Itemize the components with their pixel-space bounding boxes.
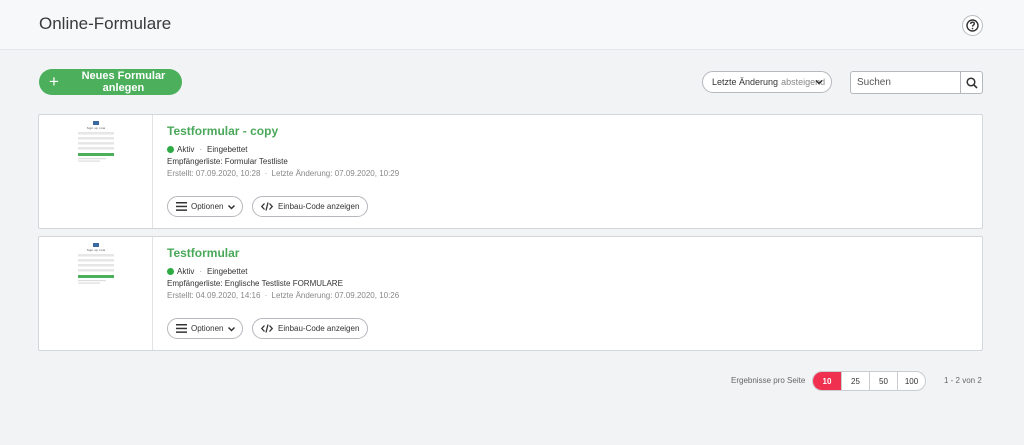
results-per-page-label: Ergebnisse pro Seite xyxy=(731,376,806,385)
form-title[interactable]: Testformular xyxy=(167,246,239,260)
page-size-selector: 10 25 50 100 xyxy=(812,371,926,391)
sort-label: Letzte Änderung xyxy=(712,77,779,87)
options-label: Optionen xyxy=(191,202,224,211)
recipient-list: Empfängerliste: Englische Testliste FORM… xyxy=(167,279,343,288)
form-card: Sign up now Testformular - copy Aktiv · … xyxy=(38,114,983,229)
code-icon xyxy=(261,202,273,211)
chevron-down-icon xyxy=(228,326,236,332)
form-status: Aktiv · Eingebettet xyxy=(167,145,248,154)
form-dates: Erstellt: 04.09.2020, 14:16 · Letzte Änd… xyxy=(167,291,400,300)
options-button[interactable]: Optionen xyxy=(167,318,243,339)
page-size-option[interactable]: 100 xyxy=(897,372,925,390)
plus-icon: + xyxy=(49,71,59,91)
options-button[interactable]: Optionen xyxy=(167,196,243,217)
search-icon xyxy=(965,76,978,89)
page-size-option[interactable]: 10 xyxy=(813,372,841,390)
modified-date: Letzte Änderung: 07.09.2020, 10:29 xyxy=(271,169,400,178)
search-input[interactable] xyxy=(851,72,960,93)
embed-code-button[interactable]: Einbau-Code anzeigen xyxy=(252,196,368,217)
form-dates: Erstellt: 07.09.2020, 10:28 · Letzte Änd… xyxy=(167,169,400,178)
svg-text:Sign up now: Sign up now xyxy=(87,248,106,252)
search-button[interactable] xyxy=(960,72,982,93)
page-title: Online-Formulare xyxy=(39,14,172,33)
chevron-down-icon xyxy=(228,204,236,210)
form-preview-image: Sign up now xyxy=(78,243,114,284)
new-form-button-label: Neues Formular anlegen xyxy=(81,70,166,94)
page-size-option[interactable]: 25 xyxy=(841,372,869,390)
help-icon xyxy=(966,19,979,32)
status-text: Aktiv xyxy=(177,267,195,276)
form-title[interactable]: Testformular - copy xyxy=(167,124,278,138)
help-button[interactable] xyxy=(962,15,983,36)
menu-icon xyxy=(176,202,187,211)
form-status: Aktiv · Eingebettet xyxy=(167,267,248,276)
page-size-option[interactable]: 50 xyxy=(869,372,897,390)
form-thumbnail[interactable]: Sign up now xyxy=(39,115,153,228)
embed-code-label: Einbau-Code anzeigen xyxy=(278,202,360,211)
status-dot-icon xyxy=(167,146,174,153)
code-icon xyxy=(261,324,273,333)
recipient-list: Empfängerliste: Formular Testliste xyxy=(167,157,288,166)
new-form-button[interactable]: + Neues Formular anlegen xyxy=(39,69,182,95)
top-bar: Online-Formulare xyxy=(0,0,1024,50)
status-text: Aktiv xyxy=(177,145,195,154)
menu-icon xyxy=(176,324,187,333)
chevron-down-icon xyxy=(815,79,823,85)
form-preview-image: Sign up now xyxy=(78,121,114,162)
created-date: Erstellt: 04.09.2020, 14:16 xyxy=(167,291,261,300)
options-label: Optionen xyxy=(191,324,224,333)
form-card: Sign up now Testformular Aktiv · Eingebe… xyxy=(38,236,983,351)
modified-date: Letzte Änderung: 07.09.2020, 10:26 xyxy=(271,291,400,300)
sort-select[interactable]: Letzte Änderung absteigend xyxy=(702,71,832,93)
search-box xyxy=(850,71,983,94)
results-range: 1 - 2 von 2 xyxy=(944,376,982,385)
embed-code-label: Einbau-Code anzeigen xyxy=(278,324,360,333)
status-dot-icon xyxy=(167,268,174,275)
created-date: Erstellt: 07.09.2020, 10:28 xyxy=(167,169,261,178)
embed-code-button[interactable]: Einbau-Code anzeigen xyxy=(252,318,368,339)
mode-text: Eingebettet xyxy=(207,267,248,276)
mode-text: Eingebettet xyxy=(207,145,248,154)
form-thumbnail[interactable]: Sign up now xyxy=(39,237,153,350)
svg-text:Sign up now: Sign up now xyxy=(87,126,106,130)
